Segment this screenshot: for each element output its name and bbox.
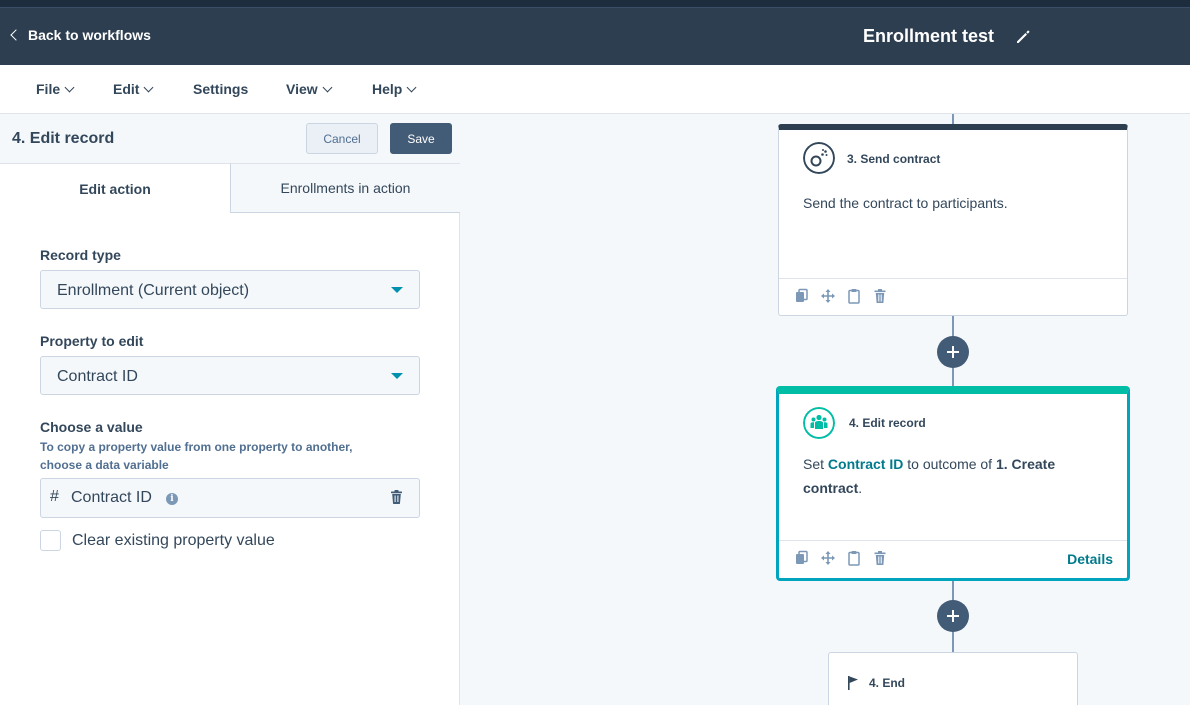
delete-icon[interactable]: [872, 550, 888, 566]
details-link[interactable]: Details: [1067, 551, 1113, 567]
card-description: Send the contract to participants.: [803, 195, 1008, 211]
menu-help[interactable]: Help: [372, 81, 417, 97]
property-label: Property to edit: [40, 333, 144, 349]
menu-view[interactable]: View: [286, 81, 333, 97]
outcome-step-cont: contract: [803, 480, 859, 496]
menu-edit[interactable]: Edit: [113, 81, 154, 97]
body-suffix: .: [858, 480, 863, 496]
menu-settings-label: Settings: [193, 81, 249, 97]
tab-enrollments-in-action[interactable]: Enrollments in action: [230, 163, 460, 213]
delete-icon[interactable]: [872, 288, 888, 304]
panel-tabs: Edit action Enrollments in action: [0, 163, 460, 213]
choose-value-label: Choose a value: [40, 419, 143, 435]
number-type-icon: #: [50, 488, 59, 505]
card-footer: [779, 278, 1127, 314]
info-icon[interactable]: i: [166, 493, 178, 505]
property-select[interactable]: Contract ID: [40, 356, 420, 395]
move-icon[interactable]: [820, 550, 836, 566]
app-header: Back to workflows Enrollment test: [0, 8, 1190, 65]
contract-icon: [803, 142, 835, 174]
copy-icon[interactable]: [794, 550, 810, 566]
card-title: 4. Edit record: [849, 416, 926, 430]
chevron-left-icon: [10, 29, 22, 41]
copy-icon[interactable]: [794, 288, 810, 304]
record-type-select[interactable]: Enrollment (Current object): [40, 270, 420, 309]
clear-value-label: Clear existing property value: [72, 532, 275, 549]
menu-settings[interactable]: Settings: [193, 81, 248, 97]
card-description: Set Contract ID to outcome of 1. Create c…: [803, 452, 1103, 500]
action-card-edit-record[interactable]: 4. Edit record Set Contract ID to outcom…: [776, 386, 1130, 581]
add-action-button[interactable]: [937, 336, 969, 368]
back-label: Back to workflows: [28, 27, 151, 43]
menu-view-label: View: [286, 81, 318, 97]
clear-value-checkbox[interactable]: [40, 530, 61, 551]
pencil-icon[interactable]: [1014, 28, 1032, 46]
workflow-title: Enrollment test: [863, 26, 995, 46]
chevron-down-icon: [322, 82, 333, 92]
value-field[interactable]: # Contract ID i: [40, 478, 420, 518]
edit-record-panel: 4. Edit record Cancel Save Edit action E…: [0, 114, 460, 705]
body-middle: to outcome of: [903, 456, 996, 472]
action-card-send-contract[interactable]: 3. Send contract Send the contract to pa…: [778, 124, 1128, 316]
end-title: 4. End: [869, 676, 906, 690]
chevron-down-icon: [144, 82, 154, 92]
people-icon: [803, 407, 835, 439]
record-type-value: Enrollment (Current object): [57, 282, 250, 299]
outcome-step: 1. Create: [995, 456, 1056, 472]
panel-header: 4. Edit record Cancel Save: [0, 114, 460, 163]
property-value: Contract ID: [57, 368, 138, 385]
panel-title: 4. Edit record: [12, 130, 115, 147]
help-line-2: choose a data variable: [40, 458, 169, 472]
value-field-text: Contract ID: [71, 489, 152, 506]
body-prefix: Set: [803, 456, 828, 472]
card-title: 3. Send contract: [847, 152, 941, 166]
chevron-down-icon: [406, 82, 417, 92]
card-footer: Details: [779, 540, 1127, 578]
menu-edit-label: Edit: [113, 81, 140, 97]
clipboard-icon[interactable]: [846, 550, 862, 566]
chevron-down-icon: [64, 82, 75, 92]
property-link[interactable]: Contract ID: [828, 456, 903, 472]
clipboard-icon[interactable]: [846, 288, 862, 304]
menu-help-label: Help: [372, 81, 403, 97]
top-strip: [0, 0, 1190, 8]
flag-icon: [848, 676, 858, 690]
cancel-button[interactable]: Cancel: [306, 123, 378, 154]
choose-value-help: To copy a property value from one proper…: [40, 438, 410, 474]
move-icon[interactable]: [820, 288, 836, 304]
record-type-label: Record type: [40, 247, 121, 263]
caret-down-icon: [391, 373, 403, 379]
menu-bar: File Edit Settings View Help: [0, 65, 1190, 114]
save-button[interactable]: Save: [390, 123, 452, 154]
end-card[interactable]: 4. End: [828, 652, 1078, 705]
workflow-canvas[interactable]: 3. Send contract Send the contract to pa…: [461, 114, 1190, 705]
menu-file[interactable]: File: [36, 81, 75, 97]
help-line-1: To copy a property value from one proper…: [40, 440, 353, 454]
trash-icon[interactable]: [391, 490, 402, 504]
menu-file-label: File: [36, 81, 61, 97]
tab-edit-action[interactable]: Edit action: [0, 163, 230, 213]
caret-down-icon: [391, 287, 403, 293]
add-action-button[interactable]: [937, 600, 969, 632]
back-to-workflows-link[interactable]: Back to workflows: [10, 27, 151, 43]
